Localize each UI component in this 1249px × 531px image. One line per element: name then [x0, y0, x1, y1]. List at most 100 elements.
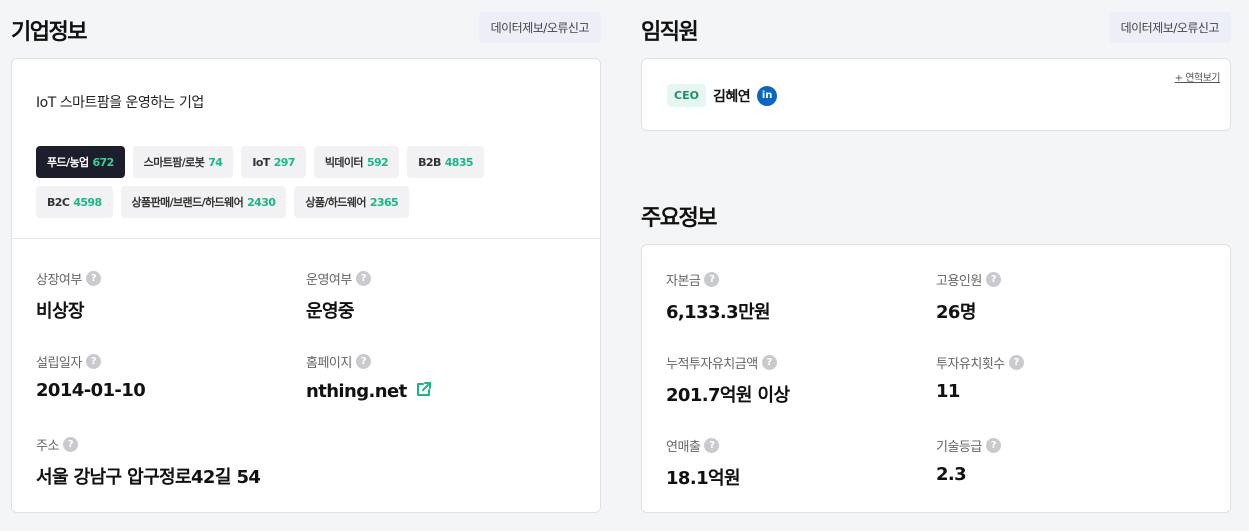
tag-count: 672: [92, 155, 115, 169]
tag-count: 297: [273, 155, 296, 169]
listing-value: 비상장: [36, 301, 84, 322]
capital: 자본금 ? 6,133.3만원: [666, 270, 936, 353]
capital-label: 자본금: [666, 274, 701, 289]
tag-label: B2C: [47, 195, 70, 209]
external-link-icon[interactable]: [415, 380, 433, 403]
company-header: 기업정보 데이터제보/오류신고: [11, 0, 601, 58]
tag-smartfarm-robot[interactable]: 스마트팜/로봇 74: [132, 146, 234, 178]
linkedin-icon[interactable]: in: [757, 85, 778, 106]
role-badge: CEO: [667, 84, 706, 107]
main-info-card: 자본금 ? 6,133.3만원 고용인원 ? 26명 누적투자유치금액 ? 20…: [641, 244, 1231, 513]
address-value: 서울 강남구 압구정로42길 54: [36, 467, 261, 488]
homepage-link[interactable]: nthing.net: [306, 381, 407, 402]
homepage-value-row: nthing.net: [306, 380, 576, 403]
help-icon[interactable]: ?: [985, 272, 1001, 287]
industry-tags: 푸드/농업 672 스마트팜/로봇 74 IoT 297 빅데이터 592 B2…: [36, 146, 516, 218]
tag-count: 74: [208, 155, 223, 169]
investment-value: 201.7억원 이상: [666, 385, 790, 406]
investment-label-row: 누적투자유치금액 ?: [666, 353, 936, 372]
rounds-label-row: 투자유치횟수 ?: [936, 353, 1206, 372]
listing-status: 상장여부 ? 비상장: [36, 269, 306, 352]
help-icon[interactable]: ?: [1008, 355, 1024, 370]
employees-value: 26명: [936, 302, 976, 323]
tag-label: B2B: [418, 155, 441, 169]
tag-label: 푸드/농업: [47, 156, 89, 169]
help-icon[interactable]: ?: [85, 271, 101, 286]
founded-value: 2014-01-10: [36, 380, 146, 401]
right-column: 임직원 데이터제보/오류신고 + 연혁보기 CEO 김혜연 in 주요정보 자본…: [641, 0, 1231, 513]
help-icon[interactable]: ?: [85, 354, 101, 369]
company-section: 기업정보 데이터제보/오류신고 IoT 스마트팜을 운영하는 기업 푸드/농업 …: [11, 0, 601, 513]
investment-label: 누적투자유치금액: [666, 357, 758, 372]
help-icon[interactable]: ?: [355, 354, 371, 369]
help-icon[interactable]: ?: [704, 272, 720, 287]
tech-grade: 기술등급 ? 2.3: [936, 436, 1206, 519]
tag-count: 2365: [369, 195, 399, 209]
help-icon[interactable]: ?: [355, 271, 371, 286]
history-link[interactable]: + 연혁보기: [1175, 69, 1221, 84]
company-description: IoT 스마트팜을 운영하는 기업: [36, 95, 204, 111]
address-label-row: 주소 ?: [36, 435, 306, 454]
employees-label-row: 고용인원 ?: [936, 270, 1206, 289]
tag-iot[interactable]: IoT 297: [241, 146, 306, 178]
investment-rounds: 투자유치횟수 ? 11: [936, 353, 1206, 436]
main-info-grid: 자본금 ? 6,133.3만원 고용인원 ? 26명 누적투자유치금액 ? 20…: [642, 245, 1230, 519]
tag-label: IoT: [252, 155, 270, 169]
status-label-row: 운영여부 ?: [306, 269, 576, 288]
staff-header: 임직원 데이터제보/오류신고: [641, 0, 1231, 58]
employees: 고용인원 ? 26명: [936, 270, 1206, 353]
tag-label: 상품/하드웨어: [305, 196, 366, 209]
tag-food-agriculture[interactable]: 푸드/농업 672: [36, 146, 125, 178]
tag-product-hardware[interactable]: 상품/하드웨어 2365: [294, 186, 410, 218]
grade-value: 2.3: [936, 464, 967, 485]
tag-product-brand-hardware[interactable]: 상품판매/브랜드/하드웨어 2430: [120, 186, 287, 218]
tag-count: 2430: [247, 195, 276, 209]
annual-revenue: 연매출 ? 18.1억원: [666, 436, 936, 519]
staff-report-button[interactable]: 데이터제보/오류신고: [1108, 12, 1231, 43]
company-report-button[interactable]: 데이터제보/오류신고: [478, 12, 601, 43]
total-investment: 누적투자유치금액 ? 201.7억원 이상: [666, 353, 936, 436]
tag-count: 4598: [73, 195, 102, 209]
revenue-label-row: 연매출 ?: [666, 436, 936, 455]
homepage-label-row: 홈페이지 ?: [306, 352, 576, 371]
main-info-title: 주요정보: [641, 206, 717, 231]
tag-count: 592: [366, 155, 389, 169]
address-label: 주소: [36, 439, 59, 454]
homepage: 홈페이지 ? nthing.net: [306, 352, 576, 435]
employees-label: 고용인원: [936, 274, 982, 289]
listing-label: 상장여부: [36, 273, 82, 288]
help-icon[interactable]: ?: [704, 438, 720, 453]
rounds-value: 11: [936, 381, 960, 402]
company-card: IoT 스마트팜을 운영하는 기업 푸드/농업 672 스마트팜/로봇 74 I…: [11, 58, 601, 513]
company-summary: IoT 스마트팜을 운영하는 기업 푸드/농업 672 스마트팜/로봇 74 I…: [12, 59, 600, 239]
help-icon[interactable]: ?: [62, 437, 78, 452]
tag-count: 4835: [444, 155, 474, 169]
founded-label-row: 설립일자 ?: [36, 352, 306, 371]
homepage-label: 홈페이지: [306, 356, 352, 371]
capital-value: 6,133.3만원: [666, 302, 771, 323]
staff-card: + 연혁보기 CEO 김혜연 in: [641, 58, 1231, 131]
tag-b2b[interactable]: B2B 4835: [407, 146, 484, 178]
operating-status: 운영여부 ? 운영중: [306, 269, 576, 352]
staff-title: 임직원: [641, 20, 699, 45]
status-label: 운영여부: [306, 273, 352, 288]
company-title: 기업정보: [11, 20, 87, 45]
tag-b2c[interactable]: B2C 4598: [36, 186, 113, 218]
company-info-grid: 상장여부 ? 비상장 운영여부 ? 운영중 설립일자 ? 2014-01-10: [12, 239, 600, 518]
tag-label: 스마트팜/로봇: [143, 156, 205, 169]
main-info-header: 주요정보: [641, 186, 1231, 244]
tag-label: 상품판매/브랜드/하드웨어: [131, 196, 244, 209]
revenue-value: 18.1억원: [666, 468, 741, 489]
ceo-name: 김혜연: [712, 88, 751, 105]
address: 주소 ? 서울 강남구 압구정로42길 54: [36, 435, 306, 518]
listing-label-row: 상장여부 ?: [36, 269, 306, 288]
grade-label-row: 기술등급 ?: [936, 436, 1206, 455]
help-icon[interactable]: ?: [985, 438, 1001, 453]
ceo-row: CEO 김혜연 in: [666, 84, 1206, 107]
help-icon[interactable]: ?: [761, 355, 777, 370]
tag-bigdata[interactable]: 빅데이터 592: [313, 146, 400, 178]
rounds-label: 투자유치횟수: [936, 357, 1005, 372]
founded-date: 설립일자 ? 2014-01-10: [36, 352, 306, 435]
status-value: 운영중: [306, 301, 354, 322]
tag-label: 빅데이터: [324, 156, 364, 169]
